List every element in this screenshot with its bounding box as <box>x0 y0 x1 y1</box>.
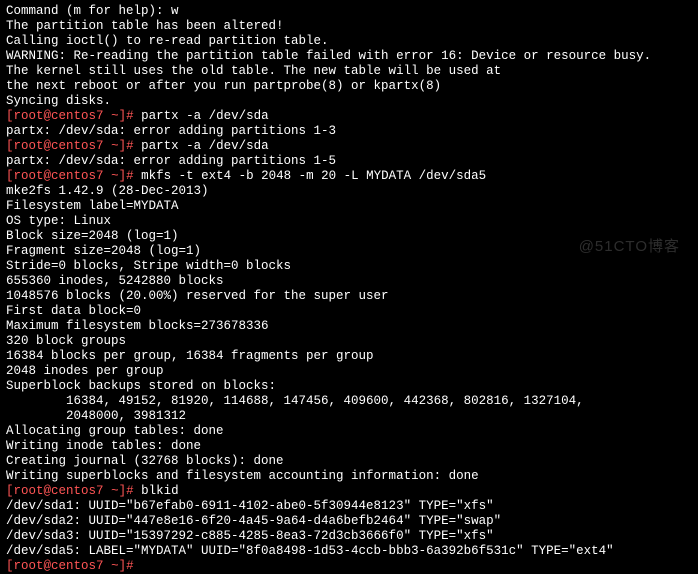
terminal-line: WARNING: Re-reading the partition table … <box>6 49 692 64</box>
terminal-line: /dev/sda3: UUID="15397292-c885-4285-8ea3… <box>6 529 692 544</box>
prompt-line[interactable]: [root@centos7 ~]# partx -a /dev/sda <box>6 139 692 154</box>
terminal-line: Maximum filesystem blocks=273678336 <box>6 319 692 334</box>
prompt-line[interactable]: [root@centos7 ~]# partx -a /dev/sda <box>6 109 692 124</box>
terminal-line: /dev/sda2: UUID="447e8e16-6f20-4a45-9a64… <box>6 514 692 529</box>
terminal-line: OS type: Linux <box>6 214 692 229</box>
prompt-line[interactable]: [root@centos7 ~]# <box>6 559 692 574</box>
terminal-line: partx: /dev/sda: error adding partitions… <box>6 154 692 169</box>
command-text: mkfs -t ext4 -b 2048 -m 20 -L MYDATA /de… <box>141 169 486 183</box>
terminal-line: Superblock backups stored on blocks: <box>6 379 692 394</box>
terminal-line: Creating journal (32768 blocks): done <box>6 454 692 469</box>
command-text: partx -a /dev/sda <box>141 139 269 153</box>
terminal-line: /dev/sda5: LABEL="MYDATA" UUID="8f0a8498… <box>6 544 692 559</box>
terminal-line: 1048576 blocks (20.00%) reserved for the… <box>6 289 692 304</box>
terminal-line: /dev/sda1: UUID="b67efab0-6911-4102-abe0… <box>6 499 692 514</box>
terminal-line: First data block=0 <box>6 304 692 319</box>
terminal-line: 320 block groups <box>6 334 692 349</box>
terminal-line: Allocating group tables: done <box>6 424 692 439</box>
terminal-line: Calling ioctl() to re-read partition tab… <box>6 34 692 49</box>
terminal-line: 16384 blocks per group, 16384 fragments … <box>6 349 692 364</box>
prompt-line[interactable]: [root@centos7 ~]# mkfs -t ext4 -b 2048 -… <box>6 169 692 184</box>
terminal-line: 16384, 49152, 81920, 114688, 147456, 409… <box>6 394 692 409</box>
terminal-line: Filesystem label=MYDATA <box>6 199 692 214</box>
terminal-line: The kernel still uses the old table. The… <box>6 64 692 79</box>
terminal-line: Stride=0 blocks, Stripe width=0 blocks <box>6 259 692 274</box>
terminal-line: mke2fs 1.42.9 (28-Dec-2013) <box>6 184 692 199</box>
terminal-line: Command (m for help): w <box>6 4 692 19</box>
command-text: partx -a /dev/sda <box>141 109 269 123</box>
terminal-line: Writing superblocks and filesystem accou… <box>6 469 692 484</box>
terminal-line: The partition table has been altered! <box>6 19 692 34</box>
command-text: blkid <box>141 484 179 498</box>
terminal-line: partx: /dev/sda: error adding partitions… <box>6 124 692 139</box>
terminal-line: 2048 inodes per group <box>6 364 692 379</box>
prompt-line[interactable]: [root@centos7 ~]# blkid <box>6 484 692 499</box>
terminal-line: Syncing disks. <box>6 94 692 109</box>
terminal-line: 655360 inodes, 5242880 blocks <box>6 274 692 289</box>
terminal-line: Writing inode tables: done <box>6 439 692 454</box>
terminal-line: the next reboot or after you run partpro… <box>6 79 692 94</box>
terminal-line: 2048000, 3981312 <box>6 409 692 424</box>
watermark-text: @51CTO博客 <box>579 238 680 256</box>
